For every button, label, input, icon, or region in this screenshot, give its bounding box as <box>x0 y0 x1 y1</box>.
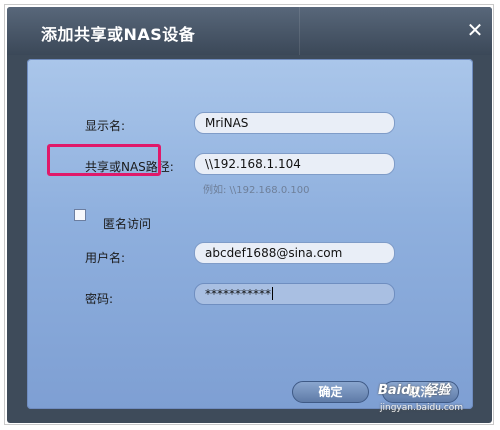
share-path-input[interactable]: \\192.168.1.104 <box>194 153 395 175</box>
baidu-watermark: Baidu 经验 jingyan.baidu.com <box>378 379 493 421</box>
dialog-title: 添加共享或NAS设备 <box>41 25 196 44</box>
display-name-input[interactable]: MriNAS <box>194 112 395 134</box>
password-input[interactable]: *********** <box>194 283 395 305</box>
username-input[interactable]: abcdef1688@sina.com <box>194 242 395 264</box>
watermark-logo: Baidu 经验 <box>378 383 451 398</box>
share-path-hint: 例如: \\192.168.0.100 <box>203 185 310 196</box>
username-label: 用户名: <box>85 251 126 265</box>
dialog-titlebar: 添加共享或NAS设备 ✕ <box>7 7 492 55</box>
watermark-site: jingyan.baidu.com <box>380 403 464 413</box>
anonymous-highlight-box <box>47 144 161 176</box>
text-caret <box>272 287 273 300</box>
username-value: abcdef1688@sina.com <box>205 246 343 260</box>
close-icon[interactable]: ✕ <box>466 20 484 40</box>
anonymous-label: 匿名访问 <box>103 217 152 231</box>
password-value: *********** <box>205 287 271 301</box>
password-label: 密码: <box>85 292 114 306</box>
display-name-label: 显示名: <box>85 119 126 133</box>
display-name-value: MriNAS <box>205 116 249 130</box>
ok-button[interactable]: 确定 <box>292 381 369 403</box>
anonymous-checkbox[interactable] <box>74 209 86 221</box>
share-path-value: \\192.168.1.104 <box>205 157 301 171</box>
form-panel: 显示名: MriNAS 共享或NAS路径: \\192.168.1.104 例如… <box>27 59 473 409</box>
